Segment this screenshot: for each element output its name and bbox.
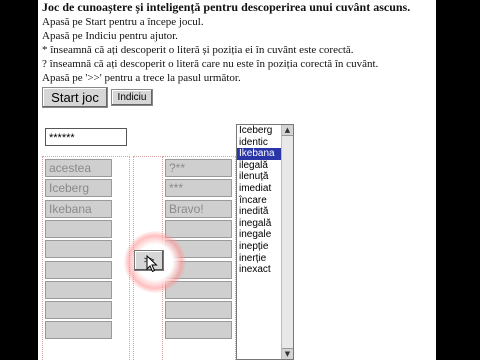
result-cell: *** xyxy=(165,179,232,198)
word-listbox[interactable]: Iceberg identic Ikebana ilegală ilenuță imedi… xyxy=(236,124,294,360)
result-cell: ?** xyxy=(165,159,232,177)
result-cell xyxy=(165,301,232,320)
guess-cell[interactable] xyxy=(45,301,112,320)
game-page: Joc de cunoaștere și inteligență pentru … xyxy=(38,0,436,360)
listbox-scrollbar[interactable]: ▲ ▼ xyxy=(281,125,293,359)
instruction-star: * înseamnă că ați descoperit o literă și… xyxy=(42,44,354,56)
hint-button[interactable]: Indiciu xyxy=(111,89,153,106)
guess-cell[interactable]: acestea xyxy=(45,159,112,177)
instruction-start: Apasă pe Start pentru a începe jocul. xyxy=(42,16,204,28)
password-field[interactable]: ****** xyxy=(45,128,127,146)
guess-cell[interactable] xyxy=(45,321,112,340)
guess-cell[interactable]: Iceberg xyxy=(45,179,112,198)
guess-cell[interactable] xyxy=(45,240,112,259)
result-cell xyxy=(165,321,232,340)
guess-cell[interactable] xyxy=(45,219,112,238)
guess-cell[interactable] xyxy=(45,260,112,279)
page-title: Joc de cunoaștere și inteligență pentru … xyxy=(42,0,411,14)
scroll-up-icon[interactable]: ▲ xyxy=(282,125,293,136)
instruction-next: Apasă pe '>>' pentru a trece la pasul ur… xyxy=(42,72,241,84)
mouse-cursor-icon xyxy=(146,255,158,273)
instruction-hint: Apasă pe Indiciu pentru ajutor. xyxy=(42,30,178,42)
scroll-down-icon[interactable]: ▼ xyxy=(282,348,293,359)
result-cell xyxy=(165,219,232,238)
instruction-question: ? înseamnă că ați descoperit o literă ca… xyxy=(42,58,379,70)
start-game-button[interactable]: Start joc xyxy=(42,87,108,108)
result-cell: Bravo! xyxy=(165,199,232,218)
guess-cell[interactable]: Ikebana xyxy=(45,199,112,218)
guess-cell[interactable] xyxy=(45,280,112,299)
